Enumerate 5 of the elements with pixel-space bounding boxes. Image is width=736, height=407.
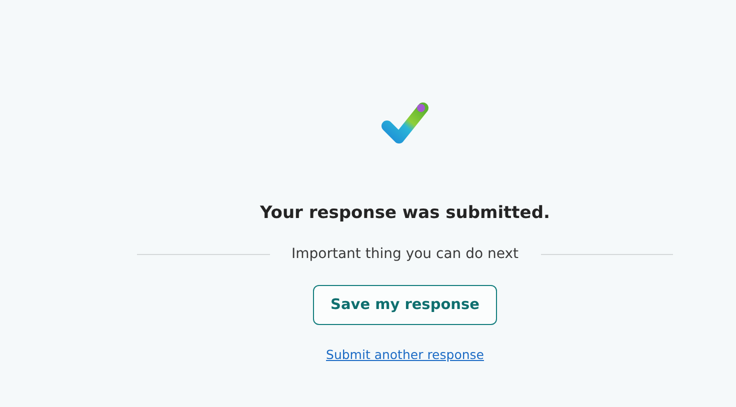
save-response-button[interactable]: Save my response: [312, 285, 498, 325]
submit-another-link[interactable]: Submit another response: [326, 347, 484, 362]
checkmark-icon: [381, 100, 429, 146]
confirmation-title: Your response was submitted.: [260, 202, 550, 225]
section-label: Important thing you can do next: [292, 246, 519, 262]
